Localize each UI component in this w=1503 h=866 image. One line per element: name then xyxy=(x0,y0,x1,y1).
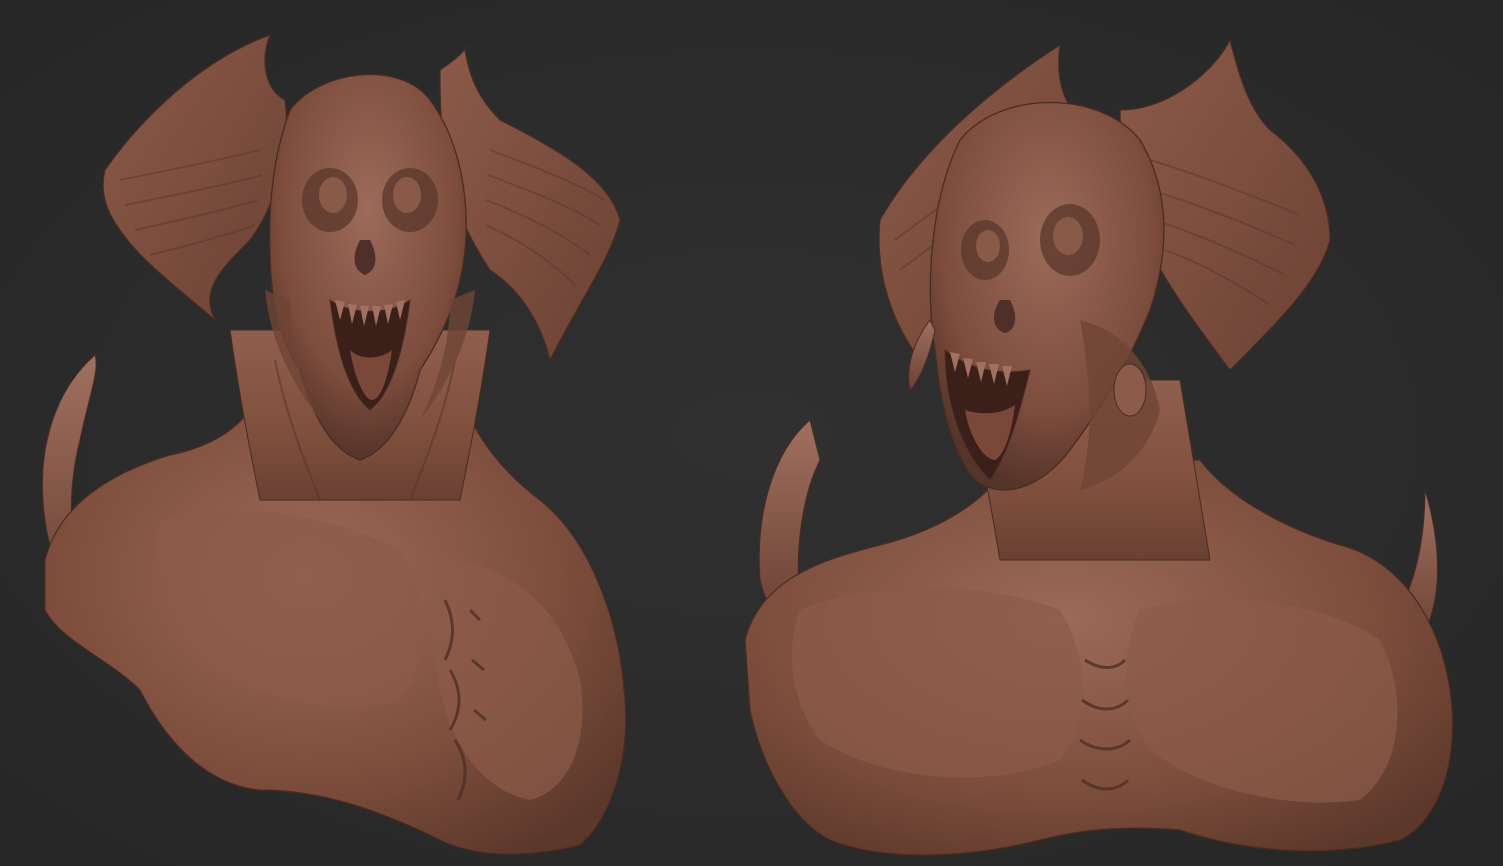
sculpt-render xyxy=(42,33,1454,856)
three-quarter-view-bust xyxy=(744,38,1454,856)
render-viewport xyxy=(0,0,1503,866)
left-pectoral xyxy=(791,587,1083,778)
cheek-boss xyxy=(1113,363,1147,417)
front-view-bust xyxy=(42,33,627,855)
